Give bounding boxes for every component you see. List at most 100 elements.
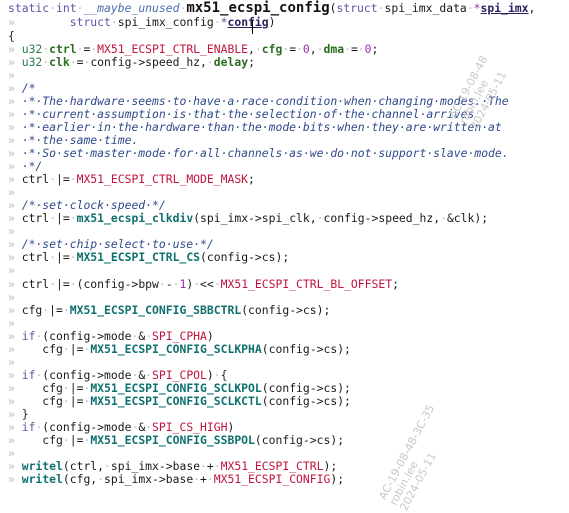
code-token: » — [8, 446, 15, 460]
code-token: |= — [69, 433, 84, 447]
code-token: » — [8, 185, 15, 199]
code-token: cfg — [42, 394, 63, 408]
code-token: |= — [69, 381, 84, 395]
code-token: · — [62, 381, 70, 395]
code-token: · — [49, 172, 57, 186]
code-token: cfg — [42, 342, 63, 356]
code-token: » — [8, 15, 70, 29]
code-token: » — [8, 290, 15, 304]
code-line[interactable]: » cfg·|=·MX51_ECSPI_CONFIG_SCLKPHA(confi… — [8, 343, 351, 356]
code-line[interactable]: » cfg·|=·MX51_ECSPI_CONFIG_SSBPOL(config… — [8, 434, 344, 447]
code-line[interactable]: » ctrl·|=·MX51_ECSPI_CTRL_MODE_MASK; — [8, 173, 255, 186]
code-token: } — [21, 407, 29, 421]
code-token: ) — [206, 329, 214, 343]
code-token: » — [8, 159, 22, 173]
code-token: mx51_ecspi_clkdiv — [76, 211, 194, 225]
code-token: » — [8, 172, 22, 186]
code-token: · — [344, 42, 351, 56]
code-token: if — [21, 329, 36, 343]
code-token: int — [56, 1, 77, 15]
code-token: dma — [323, 42, 345, 56]
code-token: writel — [21, 472, 63, 486]
code-token: |= — [56, 277, 70, 291]
code-token: (config->bpw — [76, 277, 159, 291]
code-token: &clk); — [446, 211, 489, 225]
code-token: config->speed_hz, — [323, 211, 441, 225]
code-token: spi_imx->base — [110, 459, 201, 473]
code-token: + — [200, 472, 207, 486]
code-token: ·*·current·assumption·is·that·the·select… — [21, 107, 475, 121]
code-token: cfg — [42, 381, 63, 395]
code-token: MX51_ECSPI_CTRL_BL_OFFSET — [220, 277, 393, 291]
code-token: · — [254, 42, 262, 56]
code-token: , — [248, 42, 255, 56]
code-line[interactable]: » cfg·|=·MX51_ECSPI_CONFIG_SCLKCTL(confi… — [8, 395, 351, 408]
code-token: cfg — [261, 42, 283, 56]
code-token: » — [8, 407, 22, 421]
code-line[interactable]: » ctrl·|=·(config->bpw·-·1)·<<·MX51_ECSP… — [8, 278, 399, 291]
code-token: » — [8, 68, 15, 82]
code-token: SPI_CS_HIGH — [152, 420, 228, 434]
code-token: |= — [69, 394, 84, 408]
code-line[interactable]: » ctrl·|=·MX51_ECSPI_CTRL_CS(config->cs)… — [8, 251, 289, 264]
code-token: · — [316, 42, 324, 56]
code-token: ·*·earlier·in·the·hardware·than·the·mode… — [21, 120, 502, 134]
code-token: ; — [248, 172, 255, 186]
code-token: ) — [227, 420, 235, 434]
code-token: << — [200, 277, 214, 291]
code-token: ; — [371, 42, 379, 56]
code-token: = — [350, 42, 358, 56]
code-token: ); — [330, 472, 345, 486]
code-line[interactable]: » ·*·So·set·master·mode·for·all·channels… — [8, 147, 509, 160]
code-token: |= — [56, 211, 70, 225]
code-token: · — [62, 433, 70, 447]
code-token: config — [227, 15, 269, 29]
code-token: delay — [213, 55, 249, 69]
code-token: MX51_ECSPI_CONFIG_SCLKPOL — [90, 381, 262, 395]
code-line[interactable]: » cfg·|=·MX51_ECSPI_CONFIG_SBBCTRL(confi… — [8, 304, 330, 317]
code-token: · — [49, 250, 57, 264]
code-token: » — [8, 107, 22, 121]
code-token: - — [165, 277, 173, 291]
code-token: , — [528, 1, 536, 15]
code-token: (config->cs); — [241, 303, 331, 317]
code-line[interactable]: » struct·spi_imx_config·*config) — [8, 16, 276, 29]
code-token: if — [21, 368, 36, 382]
code-line[interactable]: » u32·clk·=·config->speed_hz,·delay; — [8, 56, 255, 69]
code-token: ) — [268, 15, 276, 29]
code-token: ; — [392, 277, 399, 291]
code-token: (config->mode — [42, 368, 132, 382]
code-line[interactable]: » ctrl·|=·mx51_ecspi_clkdiv(spi_imx->spi… — [8, 212, 488, 225]
code-token: » — [8, 472, 22, 486]
code-token: + — [206, 459, 214, 473]
code-token: ·*·the·same·time. — [21, 133, 139, 147]
code-token: » — [8, 368, 22, 382]
code-token: (config->mode — [42, 420, 132, 434]
code-token: » — [8, 198, 22, 212]
code-token: · — [49, 211, 57, 225]
code-token: » — [8, 42, 22, 56]
code-token: ctrl — [49, 42, 77, 56]
code-token: · — [377, 1, 385, 15]
code-line[interactable]: static·int·__maybe_unused·mx51_ecspi_con… — [8, 1, 536, 15]
code-token: » — [8, 316, 15, 330]
code-token: · — [69, 55, 77, 69]
code-token: MX51_ECSPI_CTRL_MODE_MASK — [76, 172, 249, 186]
code-token: |= — [69, 342, 84, 356]
code-token: cfg — [21, 303, 43, 317]
code-line[interactable]: » — [8, 264, 15, 277]
code-token: · — [145, 329, 153, 343]
code-token: config->speed_hz — [90, 55, 201, 69]
code-token: · — [316, 211, 324, 225]
code-token: · — [62, 342, 70, 356]
code-token: » — [8, 263, 15, 277]
code-token: MX51_ECSPI_CTRL_ENABLE — [97, 42, 249, 56]
code-token: ·*/ — [21, 159, 43, 173]
code-token: MX51_ECSPI_CONFIG — [213, 472, 331, 486]
code-token: » — [8, 224, 15, 238]
code-line[interactable]: » writel(cfg,·spi_imx->base·+·MX51_ECSPI… — [8, 473, 344, 486]
code-token: (spi_imx->spi_clk, — [193, 211, 317, 225]
code-token: · — [357, 42, 365, 56]
code-token: · — [104, 459, 111, 473]
code-token: · — [110, 15, 118, 29]
